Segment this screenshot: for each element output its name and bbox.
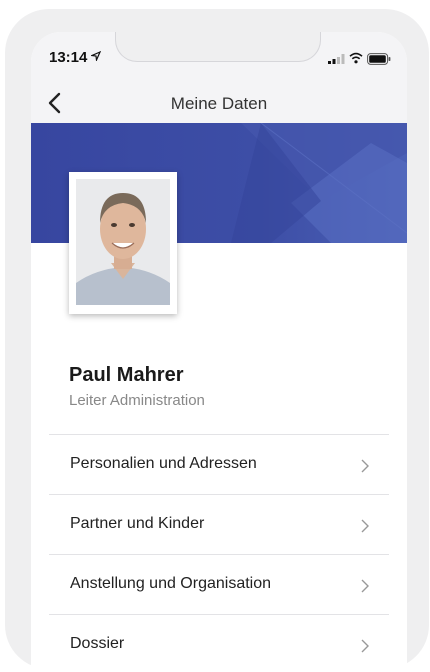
profile-photo-card — [69, 172, 177, 314]
menu-item-label: Partner und Kinder — [70, 515, 205, 532]
page-title: Meine Daten — [170, 94, 268, 113]
chevron-right-icon — [361, 639, 369, 653]
chevron-right-icon — [361, 579, 369, 593]
phone-screen: 13:14 Meine Daten Paul Mahrer Leiter Adm… — [31, 32, 407, 672]
menu-item-label: Personalien und Adressen — [70, 455, 257, 472]
menu-item-personalien[interactable]: Personalien und Adressen — [49, 434, 389, 494]
wifi-icon — [349, 52, 363, 64]
menu-item-partner[interactable]: Partner und Kinder — [49, 494, 389, 554]
profile-menu: Personalien und Adressen Partner und Kin… — [49, 434, 389, 672]
menu-item-label: Anstellung und Organisation — [70, 575, 272, 592]
profile-role: Leiter Administration — [69, 392, 205, 409]
menu-item-label: Dossier — [70, 635, 125, 652]
profile-name: Paul Mahrer — [69, 364, 184, 386]
chevron-right-icon — [361, 519, 369, 533]
menu-item-dossier[interactable]: Dossier — [49, 614, 389, 672]
battery-icon — [367, 53, 391, 65]
status-time: 13:14 — [49, 49, 88, 66]
chevron-right-icon — [361, 459, 369, 473]
menu-item-anstellung[interactable]: Anstellung und Organisation — [49, 554, 389, 614]
location-arrow-icon — [91, 51, 101, 61]
notch — [115, 32, 321, 62]
profile-photo — [76, 179, 170, 305]
cellular-signal-icon — [328, 54, 345, 64]
navigation-bar: Meine Daten — [31, 86, 407, 124]
status-bar: 13:14 — [31, 32, 407, 86]
